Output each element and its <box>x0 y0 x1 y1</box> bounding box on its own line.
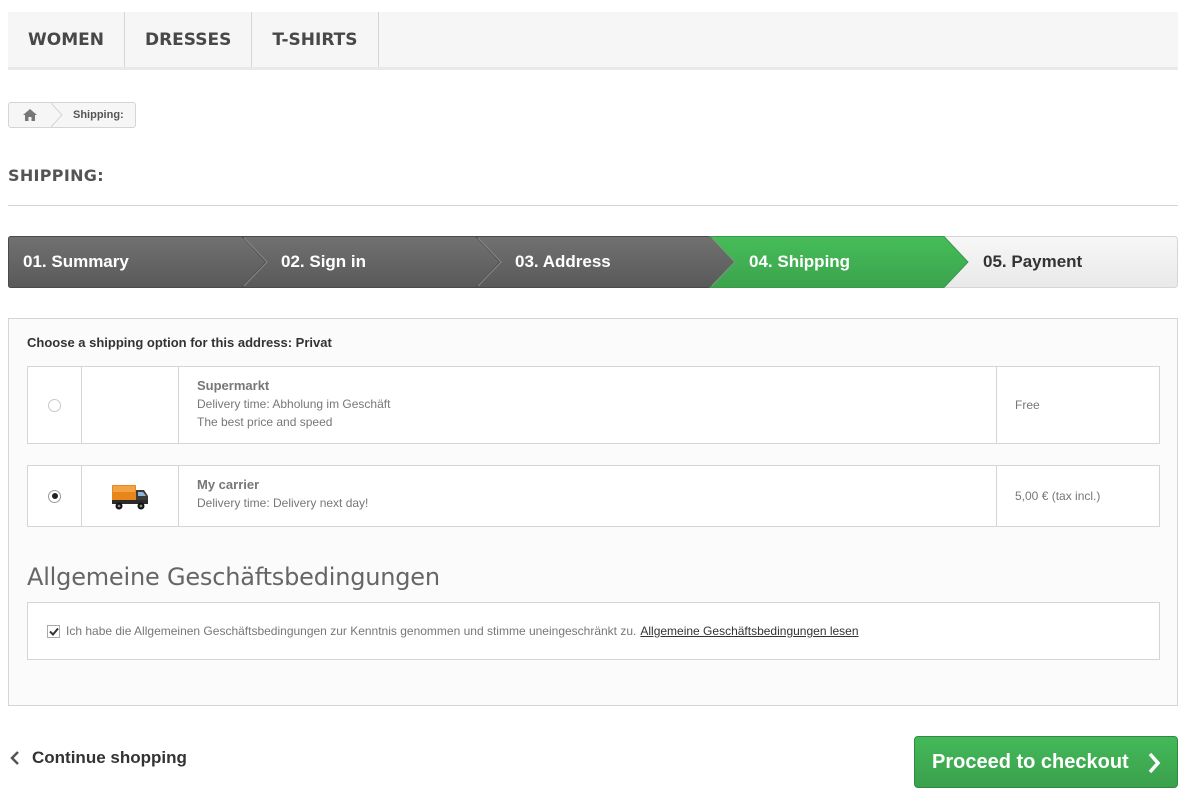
terms-title: Allgemeine Geschäftsbedingungen <box>27 563 440 591</box>
terms-text: Ich habe die Allgemeinen Geschäftsbeding… <box>66 624 637 638</box>
menu-item-tshirts[interactable]: T-SHIRTS <box>252 12 379 67</box>
carrier-delay: Delivery time: Abholung im Geschäft <box>197 397 391 411</box>
carrier-price: Free <box>1015 398 1040 412</box>
delivery-options-box: Choose a shipping option for this addres… <box>8 318 1178 706</box>
terms-link[interactable]: Allgemeine Geschäftsbedingungen lesen <box>640 624 858 638</box>
menu-item-women[interactable]: WOMEN <box>8 12 125 67</box>
carrier-logo-cell <box>82 367 179 443</box>
chevron-right-icon <box>1148 752 1161 774</box>
delivery-option-radio[interactable] <box>48 398 61 412</box>
page-title: SHIPPING: <box>8 166 1178 206</box>
terms-checkbox[interactable] <box>47 624 60 638</box>
continue-shopping-label: Continue shopping <box>32 748 187 767</box>
step-address[interactable]: 03. Address <box>515 236 611 288</box>
choose-shipping-label: Choose a shipping option for this addres… <box>27 335 332 350</box>
carrier-name: My carrier <box>197 477 260 492</box>
step-summary[interactable]: 01. Summary <box>23 236 129 288</box>
carrier-extra: The best price and speed <box>197 415 333 429</box>
top-menu: WOMEN DRESSES T-SHIRTS <box>8 12 1178 70</box>
proceed-label: Proceed to checkout <box>932 750 1129 773</box>
breadcrumb-separator <box>51 103 63 127</box>
proceed-to-checkout-button[interactable]: Proceed to checkout <box>914 736 1178 788</box>
step-shipping: 04. Shipping <box>749 252 851 271</box>
menu-item-dresses[interactable]: DRESSES <box>125 12 253 67</box>
step-sign-in[interactable]: 02. Sign in <box>281 236 366 288</box>
truck-icon <box>112 485 148 510</box>
carrier-delay: Delivery time: Delivery next day! <box>197 496 369 510</box>
checkmark-icon <box>48 627 59 636</box>
delivery-option-radio-selected[interactable] <box>48 489 61 503</box>
terms-box: Ich habe die Allgemeinen Geschäftsbeding… <box>27 602 1160 660</box>
chevron-left-icon <box>10 751 19 765</box>
breadcrumb: Shipping: <box>8 102 136 128</box>
step-payment: 05. Payment <box>983 252 1083 271</box>
delivery-option-my-carrier[interactable]: My carrier Delivery time: Delivery next … <box>27 465 1160 527</box>
breadcrumb-current: Shipping: <box>73 109 124 121</box>
delivery-option-supermarkt[interactable]: Supermarkt Delivery time: Abholung im Ge… <box>27 366 1160 444</box>
breadcrumb-home-link[interactable] <box>9 103 51 127</box>
continue-shopping-link[interactable]: Continue shopping <box>10 748 187 768</box>
carrier-price: 5,00 € (tax incl.) <box>1015 489 1101 503</box>
order-steps: 01. Summary 02. Sign in 03. Address 04. … <box>8 236 1178 288</box>
carrier-name: Supermarkt <box>197 378 270 393</box>
home-icon <box>23 109 37 121</box>
